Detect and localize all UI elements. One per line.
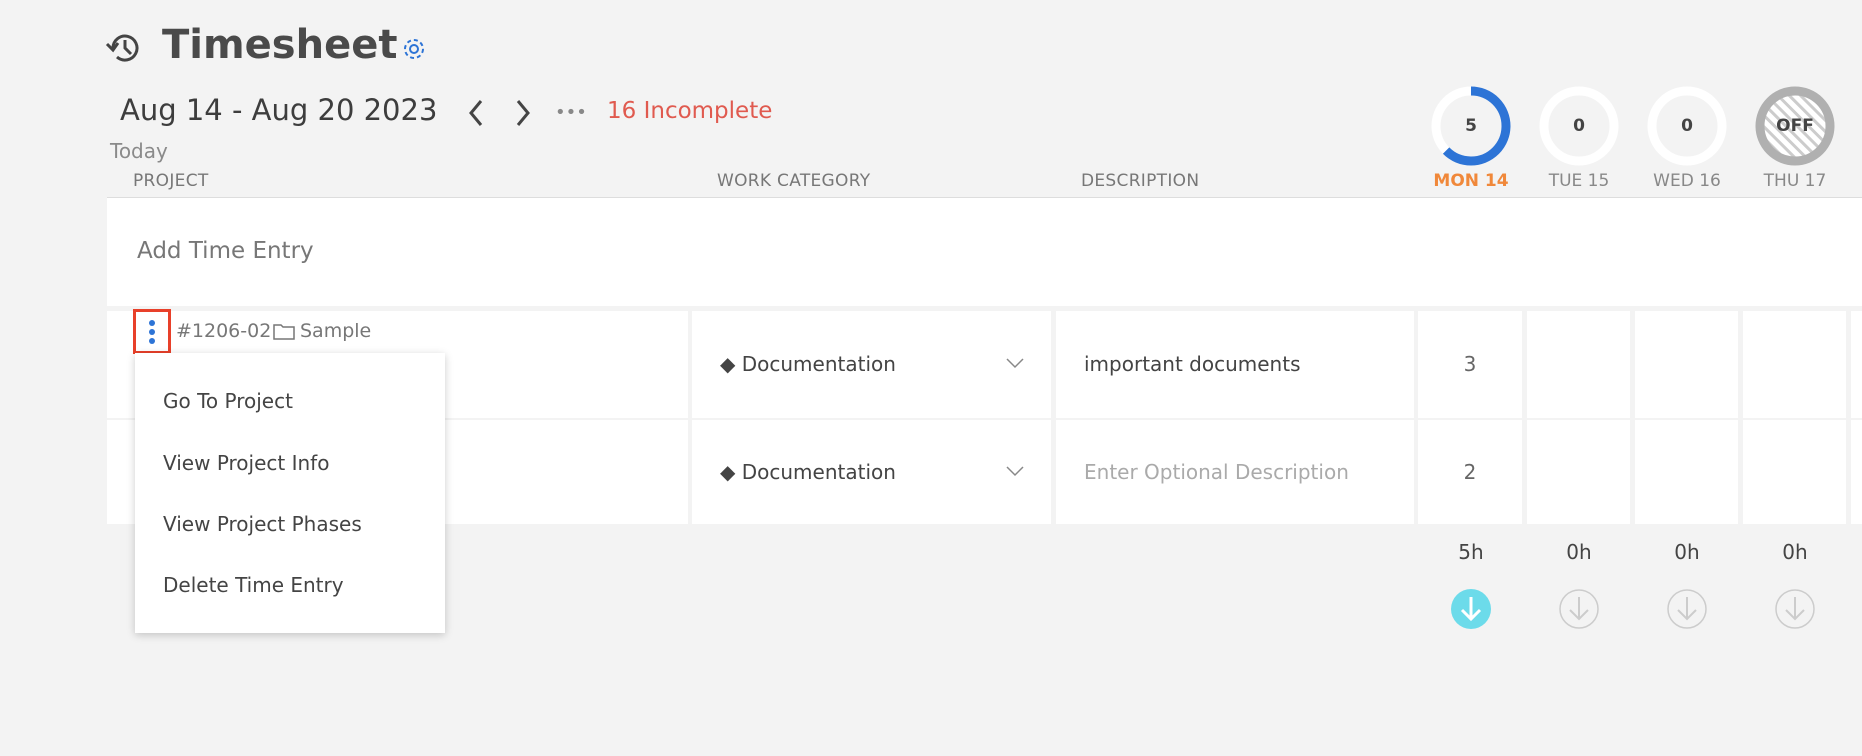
category-value: ◆ Documentation [720,460,896,484]
more-options-button[interactable]: ••• [555,102,587,123]
download-arrow-icon[interactable] [1666,588,1708,630]
menu-view-project-info[interactable]: View Project Info [163,451,329,475]
history-icon[interactable] [105,30,143,66]
download-arrow-icon[interactable] [1558,588,1600,630]
page-title: Timesheet [162,22,398,68]
hours-input[interactable] [1635,420,1738,524]
description-input[interactable]: important documents [1056,311,1414,418]
day-total: 0 [1681,116,1693,136]
hours-input[interactable] [1527,420,1630,524]
chevron-down-icon [1006,466,1024,477]
day-header[interactable]: TUE 15 [1519,171,1639,191]
add-time-entry-row[interactable] [107,198,1862,306]
hours-input[interactable] [1743,311,1846,418]
day-hours-total: 5h [1458,540,1484,564]
row-options-button[interactable] [133,309,171,354]
download-arrow-icon[interactable] [1450,588,1492,630]
incomplete-count[interactable]: 16 Incomplete [607,98,772,124]
menu-view-project-phases[interactable]: View Project Phases [163,512,362,536]
menu-delete-time-entry[interactable]: Delete Time Entry [163,573,344,597]
day-total: 5 [1465,116,1477,136]
day-total: 0 [1573,116,1585,136]
day-hours-total: 0h [1674,540,1700,564]
column-work-category: WORK CATEGORY [717,171,871,191]
hours-input[interactable]: 3 [1418,311,1522,418]
day-header[interactable]: WED 16 [1627,171,1747,191]
day-hours-total: 0h [1782,540,1808,564]
row-options-menu: Go To Project View Project Info View Pro… [135,353,445,633]
hours-value: 3 [1463,352,1477,376]
category-value: ◆ Documentation [720,352,896,376]
column-description: DESCRIPTION [1081,171,1200,191]
hours-input[interactable] [1851,420,1862,524]
hours-value: 2 [1463,460,1477,484]
hours-input[interactable] [1851,311,1862,418]
date-range: Aug 14 - Aug 20 2023 [120,93,438,127]
description-placeholder: Enter Optional Description [1084,460,1349,484]
chevron-left-icon[interactable] [466,98,486,128]
hours-input[interactable]: 2 [1418,420,1522,524]
day-header[interactable]: THU 17 [1735,171,1855,191]
kebab-menu-icon [149,320,155,344]
day-header[interactable]: MON 14 [1411,171,1531,191]
work-category-select[interactable]: ◆ Documentation [692,420,1051,524]
day-hours-total: 0h [1566,540,1592,564]
project-name[interactable]: Sample [300,320,371,342]
work-category-select[interactable]: ◆ Documentation [692,311,1051,418]
gear-icon[interactable] [401,36,427,62]
column-project: PROJECT [133,171,209,191]
hours-input[interactable] [1527,311,1630,418]
description-input[interactable]: Enter Optional Description [1056,420,1414,524]
hours-input[interactable] [1635,311,1738,418]
chevron-right-icon[interactable] [513,98,533,128]
add-time-entry[interactable]: Add Time Entry [137,238,314,264]
menu-go-to-project[interactable]: Go To Project [163,389,293,413]
chevron-down-icon [1006,358,1024,369]
folder-icon [273,324,295,340]
hours-input[interactable] [1743,420,1846,524]
project-id: #1206-02 [176,320,272,342]
day-total: OFF [1776,116,1814,136]
today-button[interactable]: Today [110,139,168,163]
category-label: Documentation [741,460,896,484]
download-arrow-icon[interactable] [1774,588,1816,630]
category-label: Documentation [741,352,896,376]
description-value: important documents [1084,352,1301,376]
